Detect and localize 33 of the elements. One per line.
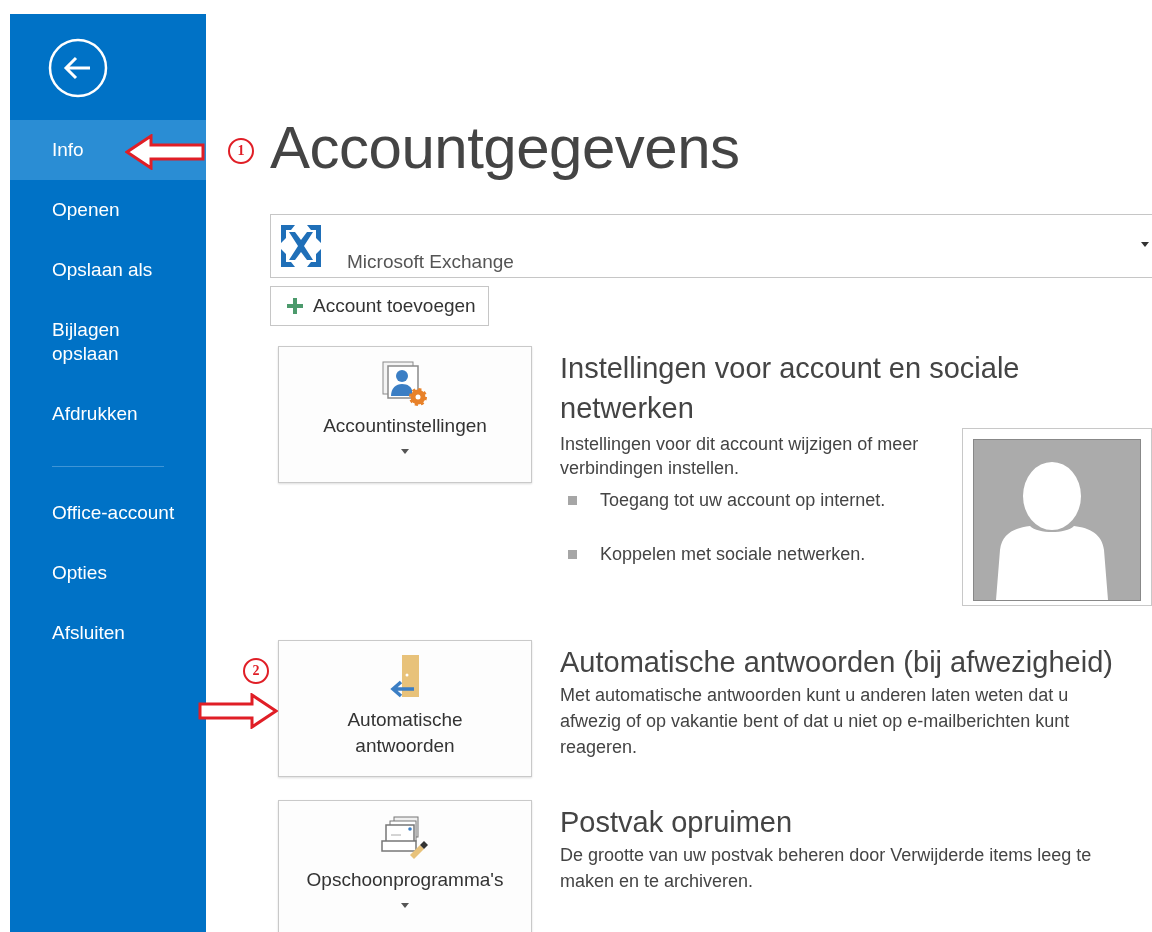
auto-reply-button[interactable]: Automatische antwoorden bbox=[278, 640, 532, 777]
caret-icon bbox=[401, 449, 409, 454]
account-settings-icon bbox=[380, 359, 430, 409]
plus-icon bbox=[287, 298, 303, 314]
cross-logo-icon bbox=[279, 223, 323, 269]
bullet-icon bbox=[568, 495, 577, 505]
section-description: Met automatische antwoorden kunt u anderen laten weten dat u afwezig of op vakantie bent of dat u niet op e-mailberichten kunt reageren. bbox=[560, 684, 1071, 759]
menu-item[interactable]: Bijlagen opslaan bbox=[10, 300, 206, 384]
bullet-icon bbox=[568, 549, 577, 559]
menu-item[interactable]: Openen bbox=[10, 180, 206, 240]
menu-item[interactable]: Opslaan als bbox=[10, 240, 206, 300]
page-title: Accountgegevens bbox=[270, 113, 741, 183]
caret-icon bbox=[401, 903, 409, 908]
cleanup-tools-button[interactable]: Opschoonprogramma's bbox=[278, 800, 532, 932]
account-settings-button[interactable]: Accountinstellingen bbox=[278, 346, 532, 483]
menu-item[interactable]: Opties bbox=[10, 543, 206, 603]
bullet-text: Koppelen met sociale netwerken. bbox=[600, 543, 866, 566]
caret-icon bbox=[1141, 241, 1149, 247]
section-description: De grootte van uw postvak beheren door Verwijderde items leeg te maken en te archiveren. bbox=[560, 844, 1093, 893]
menu-item[interactable]: Office-account bbox=[10, 483, 206, 543]
account-dropdown[interactable]: Microsoft Exchange bbox=[270, 214, 1152, 278]
step-number: 1 bbox=[228, 138, 254, 164]
back-button[interactable] bbox=[48, 38, 108, 98]
menu-item[interactable]: Afdrukken bbox=[10, 384, 206, 444]
account-name: Microsoft Exchange bbox=[347, 251, 515, 273]
section-description: Instellingen voor dit account wijzigen of meer verbindingen instellen. bbox=[560, 433, 920, 480]
section-title: Postvak opruimen bbox=[560, 805, 794, 840]
add-account-button[interactable]: Account toevoegen bbox=[270, 286, 489, 326]
section-title: Instellingen voor account en sociale netwerken bbox=[560, 351, 1021, 426]
section-title: Automatische antwoorden (bij afwezigheid) bbox=[560, 645, 1114, 680]
menu-item[interactable]: Afsluiten bbox=[10, 603, 206, 663]
step-number: 2 bbox=[243, 658, 269, 684]
bullet-text: Toegang tot uw account op internet. bbox=[600, 489, 886, 512]
